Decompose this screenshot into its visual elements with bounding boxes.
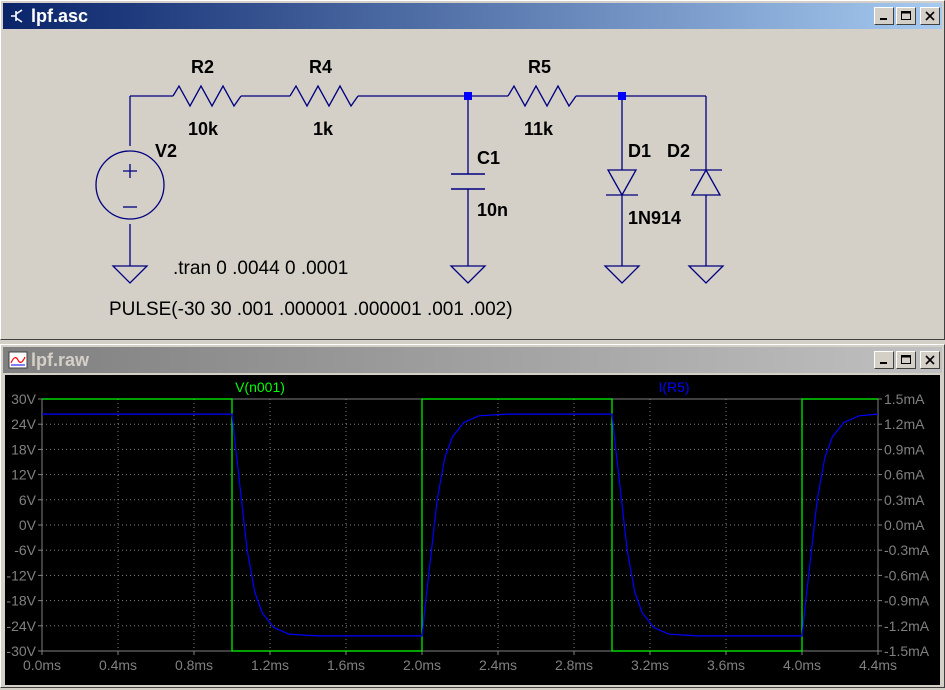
minimize-icon	[880, 362, 887, 364]
y-left-tick-label: -18V	[6, 593, 36, 609]
y-right-tick-label: -1.2mA	[884, 618, 930, 634]
x-tick-label: 2.4ms	[479, 657, 517, 673]
y-right-tick-label: -1.5mA	[884, 643, 930, 659]
maximize-icon	[901, 355, 911, 364]
schematic-window-title: lpf.asc	[31, 5, 89, 26]
x-tick-label: 3.6ms	[707, 657, 745, 673]
close-icon	[925, 355, 935, 365]
maximize-button[interactable]	[896, 351, 916, 369]
c1-name-label[interactable]: C1	[477, 148, 500, 168]
x-tick-label: 1.2ms	[251, 657, 289, 673]
y-right-tick-label: 1.5mA	[884, 391, 925, 407]
y-right-tick-label: 0.9mA	[884, 441, 925, 457]
v2-name-label[interactable]: V2	[155, 141, 177, 161]
x-tick-label: 0.8ms	[175, 657, 213, 673]
pulse-source-spec-text[interactable]: PULSE(-30 30 .001 .000001 .000001 .001 .…	[109, 299, 513, 320]
y-right-tick-label: -0.9mA	[884, 593, 930, 609]
waveform-window-title: lpf.raw	[31, 349, 90, 370]
r4-value-label[interactable]: 1k	[313, 119, 334, 139]
schematic-app-icon	[7, 5, 29, 27]
y-left-tick-label: 0V	[19, 517, 37, 533]
r2-value-label[interactable]: 10k	[188, 119, 219, 139]
schematic-window[interactable]: lpf.asc R2 10k R4 1k R5 11k C1 10n V2 D1…	[0, 0, 945, 340]
d2-name-label[interactable]: D2	[667, 141, 690, 161]
y-left-tick-label: 30V	[11, 391, 37, 407]
y-right-tick-label: 0.6mA	[884, 467, 925, 483]
trace-legend-label[interactable]: V(n001)	[235, 379, 285, 395]
x-tick-label: 1.6ms	[327, 657, 365, 673]
r4-name-label[interactable]: R4	[309, 57, 332, 77]
close-button[interactable]	[920, 7, 940, 25]
maximize-button[interactable]	[896, 7, 916, 25]
schematic-titlebar[interactable]: lpf.asc	[3, 3, 942, 29]
x-tick-label: 4.0ms	[783, 657, 821, 673]
y-right-tick-label: 0.0mA	[884, 517, 925, 533]
y-left-tick-label: 18V	[11, 441, 37, 457]
waveform-plot-area[interactable]: 0.0ms 0.4ms 0.8ms 1.2ms 1.6ms 2.0ms 2.4ms 2.8ms…	[5, 375, 940, 685]
close-button[interactable]	[920, 351, 940, 369]
y-left-tick-label: 24V	[11, 416, 37, 432]
trace-legend-label[interactable]: I(R5)	[658, 379, 689, 395]
minimize-button[interactable]	[874, 7, 894, 25]
x-tick-label: 4.4ms	[859, 657, 897, 673]
waveform-titlebar[interactable]: lpf.raw	[3, 347, 942, 373]
x-tick-label: 2.0ms	[403, 657, 441, 673]
schematic-canvas[interactable]: R2 10k R4 1k R5 11k C1 10n V2 D1 D2 1N91…	[5, 31, 940, 335]
diode-model-label[interactable]: 1N914	[628, 208, 681, 228]
schematic-drawing[interactable]: R2 10k R4 1k R5 11k C1 10n V2 D1 D2 1N91…	[5, 31, 940, 335]
maximize-icon	[901, 11, 911, 20]
y-left-tick-label: -6V	[14, 542, 36, 558]
y-left-tick-label: -30V	[6, 643, 36, 659]
y-left-tick-label: 12V	[11, 467, 37, 483]
waveform-window[interactable]: lpf.raw 0.0ms 0.4ms 0.8ms 1.2ms 1.6ms 2.0ms 2.…	[0, 344, 945, 688]
minimize-button[interactable]	[874, 351, 894, 369]
x-tick-label: 0.4ms	[99, 657, 137, 673]
waveform-plot[interactable]: 0.0ms 0.4ms 0.8ms 1.2ms 1.6ms 2.0ms 2.4ms 2.8ms…	[5, 375, 940, 685]
r5-value-label[interactable]: 11k	[524, 119, 554, 139]
y-right-tick-label: 0.3mA	[884, 492, 925, 508]
close-icon	[925, 11, 935, 21]
tran-directive-text[interactable]: .tran 0 .0044 0 .0001	[173, 258, 348, 279]
x-tick-label: 2.8ms	[555, 657, 593, 673]
x-tick-label: 3.2ms	[631, 657, 669, 673]
y-left-tick-label: -12V	[6, 567, 36, 583]
c1-value-label[interactable]: 10n	[477, 200, 508, 220]
y-right-tick-label: -0.3mA	[884, 542, 930, 558]
y-left-tick-label: -24V	[6, 618, 36, 634]
r2-name-label[interactable]: R2	[191, 57, 214, 77]
minimize-icon	[880, 18, 887, 20]
d1-name-label[interactable]: D1	[628, 141, 651, 161]
x-tick-label: 0.0ms	[23, 657, 61, 673]
y-right-tick-label: 1.2mA	[884, 416, 925, 432]
waveform-app-icon	[7, 349, 29, 371]
y-right-tick-label: -0.6mA	[884, 567, 930, 583]
y-left-tick-label: 6V	[19, 492, 37, 508]
r5-name-label[interactable]: R5	[528, 57, 551, 77]
